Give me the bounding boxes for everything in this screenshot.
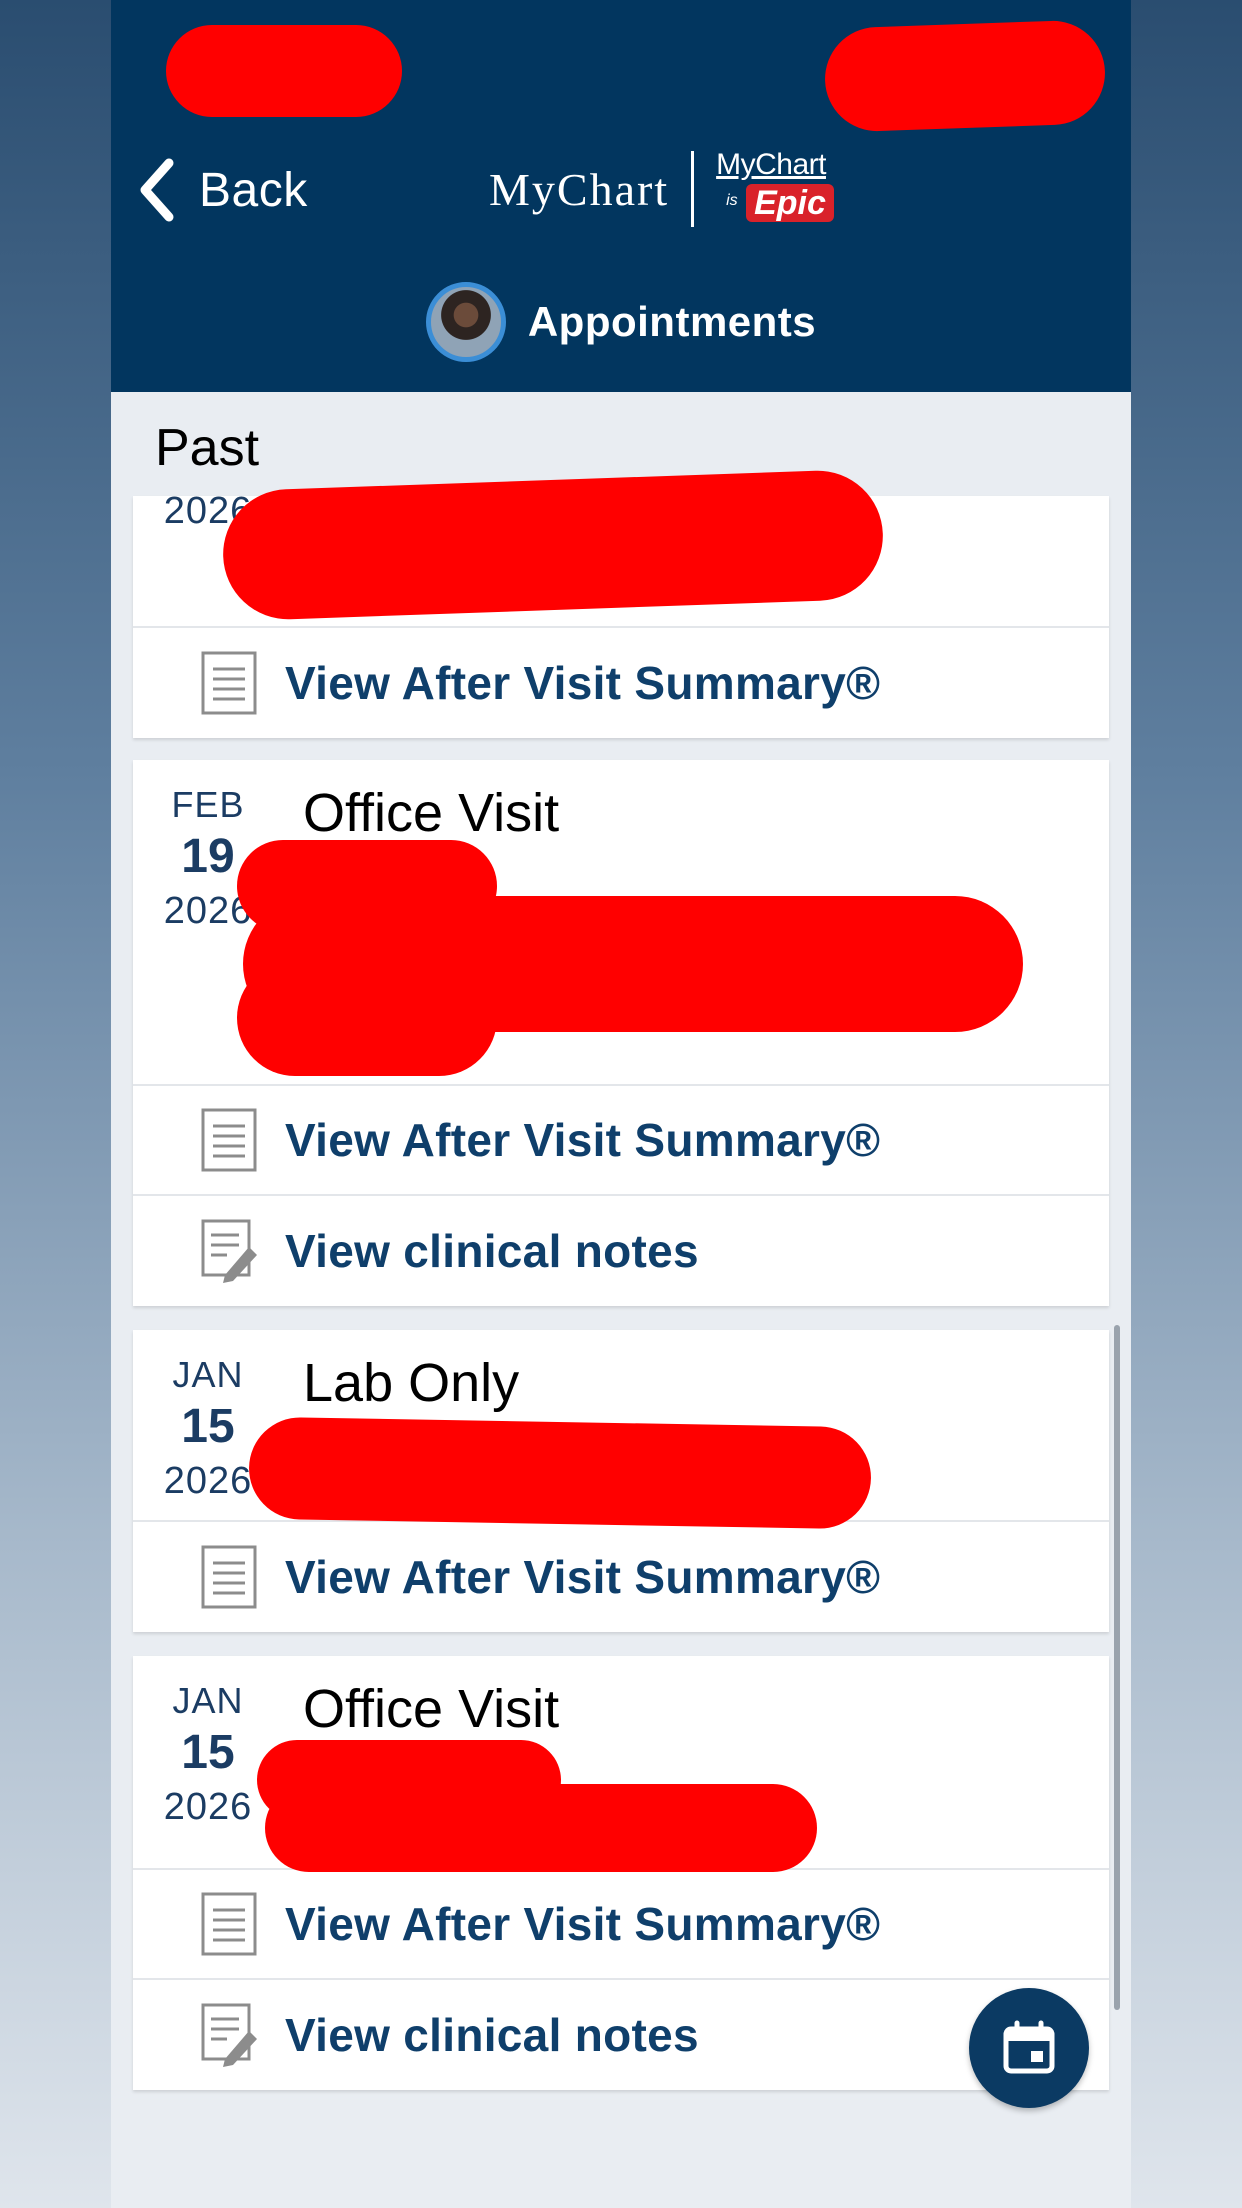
redaction-mark	[265, 1784, 817, 1872]
appointment-header[interactable]: 2026	[133, 468, 1109, 628]
header: Back MyChart MyChart is Epic Appointment…	[111, 0, 1131, 392]
action-label: View After Visit Summary®	[285, 657, 881, 709]
view-clinical-notes-link[interactable]: View clinical notes	[133, 1980, 1109, 2090]
action-label: View clinical notes	[285, 2009, 699, 2061]
appointment-month: JAN	[172, 1354, 244, 1395]
appointment-month: JAN	[172, 1680, 244, 1721]
page-title: Appointments	[527, 298, 817, 345]
redaction-mark	[237, 960, 497, 1076]
appointment-month: FEB	[171, 784, 245, 825]
badge-mychart: MyChart	[716, 148, 826, 181]
document-icon	[199, 1543, 259, 1611]
redaction-mark	[823, 19, 1107, 133]
back-button[interactable]: Back	[133, 150, 308, 230]
document-icon	[199, 1106, 259, 1174]
document-icon	[199, 1890, 259, 1958]
edit-notes-icon	[199, 2001, 259, 2069]
appointment-card: JAN 15 2026 Lab Only View After Visit Su…	[133, 1330, 1109, 1632]
document-icon	[199, 649, 259, 717]
app-screen: Back MyChart MyChart is Epic Appointment…	[111, 0, 1131, 2208]
title-row: Appointments	[111, 282, 1131, 362]
appointment-header[interactable]: JAN 15 2026 Lab Only	[133, 1330, 1109, 1530]
appointment-header[interactable]: FEB 19 2026 Office Visit	[133, 760, 1109, 1086]
action-label: View clinical notes	[285, 1225, 699, 1277]
appointment-date: JAN 15 2026	[133, 1678, 283, 1832]
avatar[interactable]	[425, 282, 506, 362]
mychart-is-epic-badge: MyChart is Epic	[716, 148, 856, 230]
appointment-card: 2026 View After Visit Summary®	[133, 468, 1109, 738]
calendar-icon	[1003, 2020, 1055, 2074]
appointment-card: FEB 19 2026 Office Visit View After Visi…	[133, 760, 1109, 1306]
scrollbar[interactable]	[1114, 1325, 1120, 2010]
mychart-logo: MyChart MyChart is Epic	[489, 148, 856, 230]
edit-notes-icon	[199, 1217, 259, 1285]
redaction-mark	[166, 25, 402, 117]
view-after-visit-summary-link[interactable]: View After Visit Summary®	[133, 628, 1109, 738]
logo-divider	[691, 151, 695, 227]
redaction-mark	[248, 1416, 872, 1530]
appointment-header[interactable]: JAN 15 2026 Office Visit	[133, 1656, 1109, 1872]
badge-is: is	[726, 192, 738, 209]
appointment-card: JAN 15 2026 Office Visit View After Visi…	[133, 1656, 1109, 2090]
logo-text: MyChart	[489, 163, 670, 215]
action-label: View After Visit Summary®	[285, 1898, 881, 1950]
badge-epic: Epic	[746, 184, 834, 222]
action-label: View After Visit Summary®	[285, 1114, 881, 1166]
section-label-past: Past	[155, 419, 260, 477]
redaction-mark	[220, 468, 886, 622]
schedule-appointment-button[interactable]	[969, 1988, 1089, 2108]
action-label: View After Visit Summary®	[285, 1551, 881, 1603]
view-after-visit-summary-link[interactable]: View After Visit Summary®	[133, 1522, 1109, 1632]
visit-type: Office Visit	[303, 783, 560, 843]
view-clinical-notes-link[interactable]: View clinical notes	[133, 1196, 1109, 1306]
chevron-left-icon	[133, 155, 181, 225]
view-after-visit-summary-link[interactable]: View After Visit Summary®	[133, 1086, 1109, 1196]
view-after-visit-summary-link[interactable]: View After Visit Summary®	[133, 1870, 1109, 1980]
visit-type: Office Visit	[303, 1679, 560, 1739]
visit-type: Lab Only	[303, 1353, 520, 1413]
back-label: Back	[199, 163, 308, 217]
